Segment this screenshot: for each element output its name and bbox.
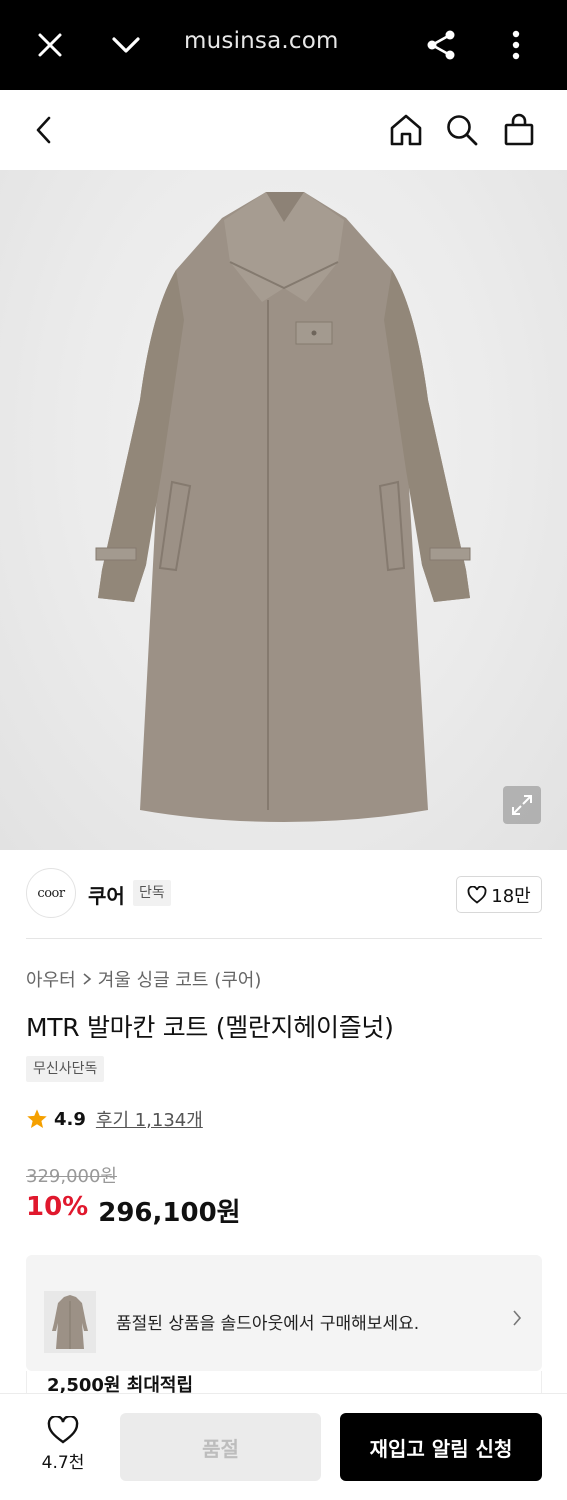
breadcrumb: 아우터 겨울 싱글 코트 (쿠어)	[26, 966, 261, 992]
app-header	[0, 90, 567, 170]
star-icon	[27, 1109, 47, 1128]
home-icon[interactable]	[383, 107, 429, 153]
wishlist-button[interactable]: 4.7천	[30, 1416, 96, 1476]
soldout-button: 품절	[120, 1413, 321, 1481]
brand-name[interactable]: 쿠어	[88, 880, 125, 909]
cart-icon[interactable]	[496, 107, 542, 153]
brand-like-count: 18만	[491, 885, 531, 907]
restock-alert-button[interactable]: 재입고 알림 신청	[340, 1413, 542, 1481]
coat-illustration	[95, 192, 471, 822]
rating-score: 4.9	[54, 1108, 86, 1130]
divider	[26, 938, 542, 939]
sale-price: 296,100원	[98, 1198, 241, 1228]
brand-exclusive-badge: 단독	[133, 880, 171, 906]
heart-icon	[467, 885, 487, 904]
soldout-banner-text: 품절된 상품을 솔드아웃에서 구매해보세요.	[116, 1314, 420, 1334]
brand-logo[interactable]: coor	[26, 868, 76, 918]
back-icon[interactable]	[21, 107, 67, 153]
browser-toolbar: musinsa.com	[0, 0, 567, 90]
share-icon[interactable]	[418, 22, 464, 68]
product-title: MTR 발마칸 코트 (멜란지헤이즐넛)	[26, 1013, 394, 1042]
soldout-thumbnail	[44, 1291, 96, 1353]
points-info: 2,500원 최대적립	[26, 1371, 542, 1396]
chevron-down-icon[interactable]	[103, 22, 149, 68]
exclusive-tag: 무신사단독	[26, 1056, 105, 1082]
soldout-banner[interactable]: 품절된 상품을 솔드아웃에서 구매해보세요.	[26, 1255, 542, 1371]
expand-icon[interactable]	[503, 786, 541, 824]
bottom-action-bar: 4.7천 품절 재입고 알림 신청	[0, 1393, 567, 1500]
close-icon[interactable]	[27, 22, 73, 68]
wishlist-count: 4.7천	[41, 1453, 85, 1473]
breadcrumb-subcategory[interactable]: 겨울 싱글 코트 (쿠어)	[98, 966, 262, 992]
search-icon[interactable]	[439, 107, 485, 153]
brand-like-button[interactable]: 18만	[456, 876, 542, 913]
original-price: 329,000원	[26, 1166, 117, 1187]
more-vertical-icon[interactable]	[493, 22, 539, 68]
rating-row: 4.9 후기 1,134개	[26, 1106, 203, 1132]
heart-icon	[47, 1416, 79, 1444]
review-count-link[interactable]: 후기 1,134개	[96, 1106, 203, 1132]
chevron-right-icon	[83, 973, 91, 985]
chevron-right-icon	[512, 1309, 522, 1331]
breadcrumb-category[interactable]: 아우터	[26, 966, 76, 992]
url-text[interactable]: musinsa.com	[184, 28, 339, 54]
discount-rate: 10%	[26, 1192, 89, 1222]
price-row: 10% 296,100원	[26, 1192, 241, 1229]
product-image[interactable]	[0, 170, 567, 850]
brand-row: coor 쿠어 단독 18만	[26, 868, 542, 920]
